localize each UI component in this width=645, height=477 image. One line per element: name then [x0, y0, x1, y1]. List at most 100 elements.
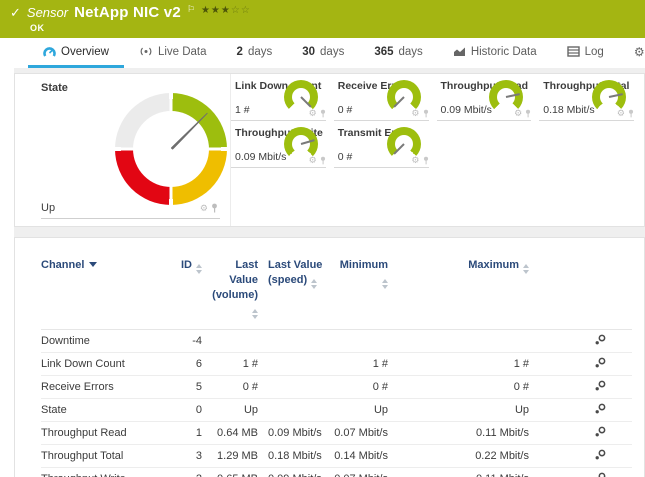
- channel-name[interactable]: Receive Errors: [41, 375, 166, 398]
- gear-icon[interactable]: ⚙: [411, 109, 419, 118]
- sort-icon: [523, 264, 529, 274]
- channels-table: Channel ID Last Value (volume) Last Valu…: [41, 254, 632, 477]
- channel-settings-icon[interactable]: [595, 472, 606, 477]
- channel-id: 3: [166, 444, 206, 467]
- channel-settings-cell: [541, 329, 632, 352]
- minimum-value: [332, 329, 396, 352]
- sensor-status-bar: ✓ Sensor NetApp NIC v2 ⚐ ★★★☆☆ OK: [0, 0, 645, 38]
- channel-settings-icon[interactable]: [595, 449, 606, 460]
- pin-icon[interactable]: [320, 109, 326, 118]
- maximum-value: 0.22 Mbit/s: [396, 444, 541, 467]
- maximum-value: 0.11 Mbit/s: [396, 421, 541, 444]
- gear-icon[interactable]: ⚙: [309, 109, 317, 118]
- pin-icon[interactable]: [211, 203, 218, 213]
- tab-settings[interactable]: ⚙ Settings: [619, 38, 645, 68]
- content-area: State Up ⚙ Link Down Coun: [14, 68, 645, 477]
- tab-log[interactable]: Log: [552, 38, 619, 68]
- minimum-value: Up: [332, 398, 396, 421]
- table-row: Throughput Read 1 0.64 MB 0.09 Mbit/s 0.…: [41, 421, 632, 444]
- tile-value: 0.09 Mbit/s: [441, 104, 492, 116]
- channel-name[interactable]: Throughput Read: [41, 421, 166, 444]
- last-value-speed: [262, 398, 332, 421]
- mini-gauge-tile[interactable]: Throughput Write 0.09 Mbit/s ⚙: [231, 121, 326, 168]
- mini-gauge-tile[interactable]: Throughput Total 0.18 Mbit/s ⚙: [539, 74, 634, 121]
- last-value-speed: [262, 352, 332, 375]
- last-value-volume: 1 #: [206, 352, 262, 375]
- maximum-value: 0 #: [396, 375, 541, 398]
- tab-365-days[interactable]: 365 days: [359, 38, 437, 68]
- maximum-value: Up: [396, 398, 541, 421]
- channel-id: 2: [166, 467, 206, 477]
- gear-icon[interactable]: ⚙: [200, 204, 208, 213]
- gear-icon[interactable]: ⚙: [309, 156, 317, 165]
- tile-value: 0 #: [338, 104, 353, 116]
- channel-name[interactable]: Link Down Count: [41, 352, 166, 375]
- channel-name[interactable]: Downtime: [41, 329, 166, 352]
- tab-historic-data[interactable]: Historic Data: [438, 38, 552, 68]
- channel-name[interactable]: Throughput Total: [41, 444, 166, 467]
- col-header-last-value-speed[interactable]: Last Value (speed): [262, 254, 332, 329]
- gear-icon[interactable]: ⚙: [617, 109, 625, 118]
- mini-gauge-tile[interactable]: Receive Errors 0 # ⚙: [334, 74, 429, 121]
- channel-name[interactable]: State: [41, 398, 166, 421]
- col-header-maximum[interactable]: Maximum: [396, 254, 541, 329]
- channel-id: -4: [166, 329, 206, 352]
- channels-table-card: Channel ID Last Value (volume) Last Valu…: [14, 237, 645, 477]
- pin-icon[interactable]: [423, 109, 429, 118]
- channel-settings-icon[interactable]: [595, 380, 606, 391]
- maximum-value: [396, 329, 541, 352]
- tab-live-data[interactable]: Live Data: [124, 38, 222, 68]
- channel-settings-icon[interactable]: [595, 426, 606, 437]
- channel-settings-icon[interactable]: [595, 403, 606, 414]
- channel-settings-icon[interactable]: [595, 334, 606, 345]
- pin-icon[interactable]: [423, 156, 429, 165]
- state-gauge-tile[interactable]: State Up ⚙: [15, 74, 231, 226]
- state-gauge-value: Up: [41, 202, 220, 219]
- channel-settings-icon[interactable]: [595, 357, 606, 368]
- broadcast-icon: [139, 46, 153, 57]
- mini-gauge-grid: Link Down Count 1 # ⚙ Receive Errors 0 #…: [231, 74, 644, 226]
- gear-icon[interactable]: ⚙: [514, 109, 522, 118]
- tab-overview[interactable]: Overview: [28, 38, 124, 68]
- tab-30-days[interactable]: 30 days: [287, 38, 359, 68]
- priority-stars[interactable]: ★★★☆☆: [201, 5, 251, 16]
- last-value-speed: 0.18 Mbit/s: [262, 444, 332, 467]
- log-icon: [567, 46, 580, 57]
- tab-2-days[interactable]: 2 days: [222, 38, 288, 68]
- col-header-last-value-volume[interactable]: Last Value (volume): [206, 254, 262, 329]
- last-value-speed: 0.09 Mbit/s: [262, 421, 332, 444]
- sort-icon: [196, 264, 202, 274]
- state-gauge-label: State: [41, 82, 68, 94]
- col-header-channel[interactable]: Channel: [41, 254, 166, 329]
- state-gauge: [115, 93, 227, 205]
- col-header-settings: [541, 254, 632, 329]
- gear-icon[interactable]: ⚙: [411, 156, 419, 165]
- channel-name[interactable]: Throughput Write: [41, 467, 166, 477]
- last-value-volume: 0.64 MB: [206, 421, 262, 444]
- pin-icon[interactable]: [320, 156, 326, 165]
- prtg-sensor-page: ✓ Sensor NetApp NIC v2 ⚐ ★★★☆☆ OK Overvi…: [0, 0, 645, 477]
- mini-gauge-tile[interactable]: Link Down Count 1 # ⚙: [231, 74, 326, 121]
- channel-settings-cell: [541, 398, 632, 421]
- mini-gauge-tile[interactable]: Transmit Errors 0 # ⚙: [334, 121, 429, 168]
- table-row: Throughput Total 3 1.29 MB 0.18 Mbit/s 0…: [41, 444, 632, 467]
- pin-icon[interactable]: [628, 109, 634, 118]
- tab-bar: Overview Live Data 2 days 30 days 365 da…: [0, 38, 645, 68]
- flag-icon[interactable]: ⚐: [187, 4, 195, 15]
- channel-id: 1: [166, 421, 206, 444]
- channel-id: 0: [166, 398, 206, 421]
- tile-value: 0 #: [338, 151, 353, 163]
- col-header-minimum[interactable]: Minimum: [332, 254, 396, 329]
- pin-icon[interactable]: [525, 109, 531, 118]
- mini-gauge-tile[interactable]: Throughput Read 0.09 Mbit/s ⚙: [437, 74, 532, 121]
- col-header-id[interactable]: ID: [166, 254, 206, 329]
- minimum-value: 0.07 Mbit/s: [332, 467, 396, 477]
- channel-settings-cell: [541, 467, 632, 477]
- channel-table-body: Downtime -4 Link Down Count 6 1 # 1 # 1 …: [41, 329, 632, 477]
- status-badge: OK: [30, 23, 635, 33]
- last-value-speed: 0.09 Mbit/s: [262, 467, 332, 477]
- table-row: Receive Errors 5 0 # 0 # 0 #: [41, 375, 632, 398]
- last-value-volume: 1.29 MB: [206, 444, 262, 467]
- channel-id: 5: [166, 375, 206, 398]
- last-value-volume: 0 #: [206, 375, 262, 398]
